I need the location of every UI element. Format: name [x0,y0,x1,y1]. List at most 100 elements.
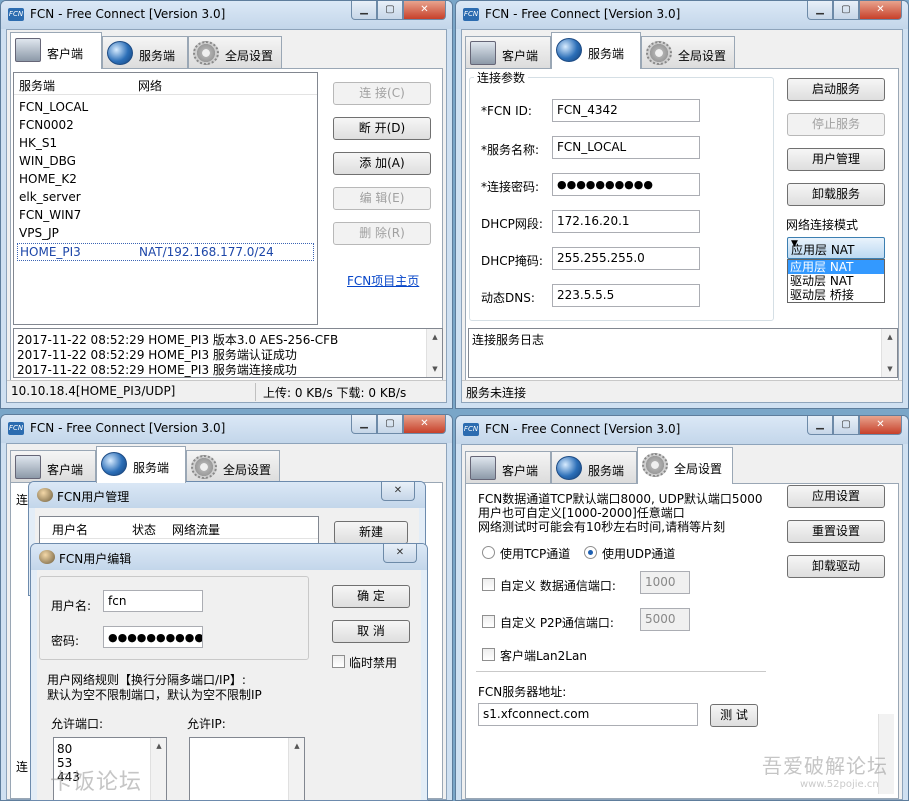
project-home-link[interactable]: FCN项目主页 [347,272,419,289]
dropdown-option[interactable]: 驱动层 桥接 [788,288,884,302]
scroll-up-icon[interactable]: ▲ [427,329,442,345]
column-network[interactable]: 网络 [138,77,162,94]
service-log[interactable]: 连接服务日志 ▲ ▼ [468,328,898,378]
dropdown-option[interactable]: 应用层 NAT [788,260,884,274]
uninstall-service-button[interactable]: 卸载服务 [787,183,885,206]
tab-client[interactable]: 客户端 [10,450,96,482]
ok-button[interactable]: 确 定 [332,585,410,608]
delete-button[interactable]: 删 除(R) [333,222,431,245]
column-traffic[interactable]: 网络流量 [172,521,220,538]
password-field[interactable]: ●●●●●●●●●● [103,626,203,648]
test-button[interactable]: 测 试 [710,704,758,727]
dhcp-mask-field[interactable]: 255.255.255.0 [552,247,700,270]
tcp-radio[interactable] [482,546,495,559]
apply-settings-button[interactable]: 应用设置 [787,485,885,508]
close-button[interactable]: ✕ [383,544,417,563]
close-button[interactable]: ✕ [403,415,446,434]
list-item[interactable]: VPS_JP [14,225,317,243]
udp-radio[interactable] [584,546,597,559]
scroll-up-icon[interactable]: ▲ [289,738,304,754]
title-bar[interactable]: FCN FCN - Free Connect [Version 3.0] ▁ ▢… [456,1,908,29]
minimize-button[interactable]: ▁ [351,1,377,20]
maximize-button[interactable]: ▢ [833,416,859,435]
custom-data-port-checkbox[interactable] [482,578,495,591]
scroll-up-icon[interactable]: ▲ [151,738,166,754]
log-scrollbar[interactable]: ▲ ▼ [426,329,442,377]
reset-settings-button[interactable]: 重置设置 [787,520,885,543]
tab-server[interactable]: 服务端 [102,36,188,68]
textarea-scrollbar[interactable]: ▲ [288,738,304,800]
custom-p2p-port-checkbox[interactable] [482,615,495,628]
list-item[interactable]: HK_S1 [14,135,317,153]
tab-global[interactable]: 全局设置 [186,450,280,482]
server-list[interactable]: 服务端 网络 FCN_LOCAL FCN0002 HK_S1 WIN_DBG H… [13,72,318,325]
close-button[interactable]: ✕ [859,1,902,20]
list-item[interactable]: WIN_DBG [14,153,317,171]
minimize-button[interactable]: ▁ [807,1,833,20]
cancel-button[interactable]: 取 消 [332,620,410,643]
data-port-field[interactable]: 1000 [640,571,690,594]
tcp-radio-label: 使用TCP通道 [500,547,571,561]
title-bar[interactable]: FCN FCN - Free Connect [Version 3.0] ▁ ▢… [1,1,452,29]
tab-server[interactable]: 服务端 [551,32,641,69]
tab-global[interactable]: 全局设置 [188,36,282,68]
maximize-button[interactable]: ▢ [377,1,403,20]
stop-service-button[interactable]: 停止服务 [787,113,885,136]
password-field[interactable]: ●●●●●●●●●● [552,173,700,196]
edit-button[interactable]: 编 辑(E) [333,187,431,210]
list-item[interactable]: HOME_K2 [14,171,317,189]
log-scrollbar[interactable]: ▲ ▼ [881,329,897,377]
tab-client[interactable]: 客户端 [465,451,551,483]
list-item[interactable]: FCN_WIN7 [14,207,317,225]
temp-disable-checkbox[interactable] [332,655,345,668]
ips-textarea[interactable]: ▲ [189,737,305,800]
tab-server[interactable]: 服务端 [96,446,186,483]
scroll-down-icon[interactable]: ▼ [427,361,442,377]
fcn-id-field[interactable]: FCN_4342 [552,99,700,122]
textarea-scrollbar[interactable]: ▲ [150,738,166,800]
uninstall-driver-button[interactable]: 卸载驱动 [787,555,885,578]
start-service-button[interactable]: 启动服务 [787,78,885,101]
client-log[interactable]: 2017-11-22 08:52:29 HOME_PI3 版本3.0 AES-2… [13,328,443,378]
add-button[interactable]: 添 加(A) [333,152,431,175]
tab-global[interactable]: 全局设置 [637,447,733,484]
close-button[interactable]: ✕ [381,482,415,501]
service-name-field[interactable]: FCN_LOCAL [552,136,700,159]
username-field[interactable]: fcn [103,590,203,612]
p2p-port-field[interactable]: 5000 [640,608,690,631]
maximize-button[interactable]: ▢ [377,415,403,434]
tab-global[interactable]: 全局设置 [641,36,735,68]
dropdown-option[interactable]: 驱动层 NAT [788,274,884,288]
tab-server[interactable]: 服务端 [551,451,637,483]
column-user[interactable]: 用户名 [52,521,88,538]
column-state[interactable]: 状态 [132,521,156,538]
title-bar[interactable]: FCN FCN - Free Connect [Version 3.0] ▁ ▢… [1,415,452,443]
maximize-button[interactable]: ▢ [833,1,859,20]
user-management-button[interactable]: 用户管理 [787,148,885,171]
dialog-title-bar[interactable]: FCN用户管理 ✕ [29,482,425,508]
scroll-up-icon[interactable]: ▲ [882,329,897,345]
tab-client[interactable]: 客户端 [10,32,102,69]
dynamic-dns-field[interactable]: 223.5.5.5 [552,284,700,307]
minimize-button[interactable]: ▁ [807,416,833,435]
close-button[interactable]: ✕ [403,1,446,20]
list-item[interactable]: FCN_LOCAL [14,99,317,117]
list-item-selected[interactable]: HOME_PI3 NAT/192.168.177.0/24 [17,243,314,261]
dialog-title-bar[interactable]: FCN用户编辑 ✕ [31,544,427,570]
lan2lan-checkbox[interactable] [482,648,495,661]
close-button[interactable]: ✕ [859,416,902,435]
server-address-field[interactable]: s1.xfconnect.com [478,703,698,726]
network-mode-select[interactable]: 应用层 NAT ▼ [787,237,885,259]
column-server[interactable]: 服务端 [19,77,55,94]
minimize-button[interactable]: ▁ [351,415,377,434]
disconnect-button[interactable]: 断 开(D) [333,117,431,140]
list-item[interactable]: elk_server [14,189,317,207]
connect-button[interactable]: 连 接(C) [333,82,431,105]
scroll-down-icon[interactable]: ▼ [882,361,897,377]
title-bar[interactable]: FCN FCN - Free Connect [Version 3.0] ▁ ▢… [456,416,908,444]
server-name: WIN_DBG [19,154,76,168]
list-item[interactable]: FCN0002 [14,117,317,135]
dhcp-range-field[interactable]: 172.16.20.1 [552,210,700,233]
new-user-button[interactable]: 新建 [334,521,408,544]
tab-client[interactable]: 客户端 [465,36,551,68]
